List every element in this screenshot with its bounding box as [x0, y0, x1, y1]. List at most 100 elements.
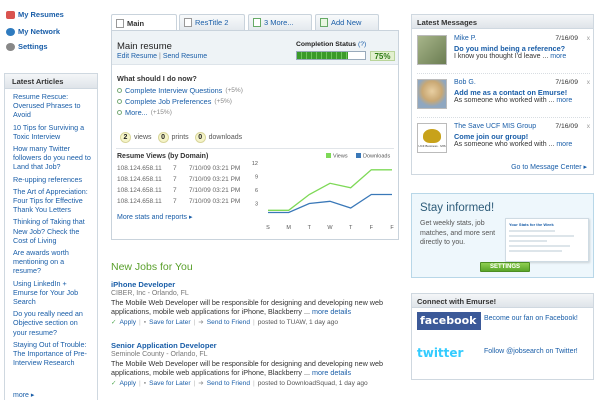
articles-more-link[interactable]: more ▸	[13, 391, 34, 399]
facebook-logo[interactable]: facebook	[417, 312, 481, 330]
apply-link[interactable]: Apply	[120, 380, 137, 387]
avatar	[417, 35, 447, 65]
apply-link[interactable]: Apply	[120, 319, 137, 326]
message-more-link[interactable]: more	[556, 141, 572, 148]
message-subject[interactable]: Add me as a contact on Emurse!	[454, 88, 567, 97]
message-sender[interactable]: Bob G.	[454, 79, 476, 86]
preview-title: Your Stats for the Week	[509, 222, 554, 227]
more-details-link[interactable]: more details	[312, 368, 351, 377]
document-icon	[184, 18, 192, 27]
completion-help-link[interactable]: (?)	[358, 41, 366, 48]
y-tick-label: 12	[252, 161, 258, 167]
article-link[interactable]: The Art of Appreciation: Four Tips for E…	[13, 187, 93, 215]
message-item[interactable]: UCF Business · MIS The Save UCF MIS Grou…	[417, 123, 590, 157]
x-tick-label: F	[370, 225, 374, 231]
y-tick-label: 9	[255, 175, 258, 181]
article-link[interactable]: 10 Tips for Surviving a Toxic Interview	[13, 123, 93, 141]
article-link[interactable]: How many Twitter followers do you need t…	[13, 144, 93, 172]
message-preview: As someone who worked with ... more	[454, 141, 572, 148]
completion-label-text: Completion Status	[296, 41, 357, 48]
job-company: CIBER, Inc - Orlando, FL	[111, 290, 189, 297]
tab-label: ResTitle 2	[195, 18, 229, 27]
message-more-link[interactable]: more	[556, 97, 572, 104]
facebook-link[interactable]: Become our fan on Facebook!	[484, 314, 584, 323]
send-resume-link[interactable]: Send Resume	[163, 53, 207, 60]
check-icon: ✓	[111, 380, 117, 387]
document-icon	[116, 18, 124, 28]
link-separator: |	[159, 53, 161, 60]
view-row: 108.124.658.11 7 7/10/09 03:21 PM	[117, 187, 249, 194]
send-to-friend-link[interactable]: Send to Friend	[207, 380, 250, 387]
save-icon: ▪	[143, 318, 147, 326]
separator: |	[139, 318, 141, 326]
separator: |	[139, 379, 141, 387]
latest-articles-box: Latest Articles Resume Rescue: Overused …	[4, 73, 98, 400]
message-subject[interactable]: Come join our group!	[454, 132, 528, 141]
article-link[interactable]: Thinking of Taking that New Job? Check t…	[13, 217, 93, 245]
article-link[interactable]: Re-upping references	[13, 175, 93, 184]
connect-box: Connect with Emurse! facebook Become our…	[411, 293, 594, 380]
nav-my-network[interactable]: My Network	[6, 27, 60, 36]
save-for-later-link[interactable]: Save for Later	[149, 380, 190, 387]
tab-label: 3 More...	[264, 18, 294, 27]
tab-restitle-2[interactable]: ResTitle 2	[179, 14, 245, 30]
edit-resume-link[interactable]: Edit Resume	[117, 53, 157, 60]
resume-icon	[6, 10, 15, 19]
more-details-link[interactable]: more details	[312, 307, 351, 316]
job-actions: ✓ Apply | ▪ Save for Later | ➜ Send to F…	[111, 379, 401, 388]
views-label: views	[134, 134, 152, 141]
send-to-friend-link[interactable]: Send to Friend	[207, 319, 250, 326]
todo-link[interactable]: Complete Job Preferences	[125, 97, 211, 106]
view-row: 108.124.658.11 7 7/10/09 03:21 PM	[117, 198, 249, 205]
close-icon[interactable]: x	[587, 123, 590, 130]
twitter-link[interactable]: Follow @jobsearch on Twitter!	[484, 347, 584, 356]
tab-more[interactable]: 3 More...	[248, 14, 312, 30]
y-tick-label: 3	[255, 202, 258, 208]
view-row: 108.124.658.11 7 7/10/09 03:21 PM	[117, 176, 249, 183]
more-stats-link[interactable]: More stats and reports ▸	[117, 213, 193, 221]
close-icon[interactable]: x	[587, 79, 590, 86]
resume-links: Edit Resume | Send Resume	[117, 53, 207, 60]
stay-informed-description: Get weekly stats, job matches, and more …	[420, 220, 496, 246]
nav-settings[interactable]: Settings	[6, 42, 48, 51]
article-link[interactable]: Staying Out of Trouble: The Importance o…	[13, 340, 93, 368]
message-item[interactable]: Bob G. 7/16/09 x Add me as a contact on …	[417, 79, 590, 113]
avatar	[417, 79, 447, 109]
job-title-link[interactable]: Senior Application Developer	[111, 341, 217, 350]
twitter-logo[interactable]: twitter	[417, 346, 481, 362]
nav-my-resumes[interactable]: My Resumes	[6, 10, 64, 19]
article-link[interactable]: Using LinkedIn + Emurse for Your Job Sea…	[13, 279, 93, 307]
send-icon: ➜	[198, 319, 204, 326]
message-subject[interactable]: Do you mind being a reference?	[454, 44, 565, 53]
view-count: 7	[173, 187, 177, 194]
todo-link[interactable]: More...	[125, 108, 148, 117]
weekly-stats-preview: Your Stats for the Week	[505, 218, 589, 262]
todo-item[interactable]: Complete Job Preferences (+5%)	[117, 97, 232, 106]
nav-label: My Network	[18, 27, 61, 36]
separator: |	[193, 379, 196, 387]
job-title-link[interactable]: iPhone Developer	[111, 280, 175, 289]
article-link[interactable]: Resume Rescue: Overused Phrases to Avoid	[13, 92, 93, 120]
message-sender[interactable]: Mike P.	[454, 35, 476, 42]
bullet-icon	[117, 88, 122, 93]
legend-swatch	[326, 153, 331, 158]
close-icon[interactable]: x	[587, 35, 590, 42]
todo-item[interactable]: Complete Interview Questions (+5%)	[117, 86, 243, 95]
job-company: Seminole County - Orlando, FL	[111, 351, 208, 358]
tab-main[interactable]: Main	[111, 14, 177, 31]
message-sender[interactable]: The Save UCF MIS Group	[454, 123, 536, 130]
message-more-link[interactable]: more	[550, 53, 566, 60]
settings-button[interactable]: SETTINGS	[480, 262, 530, 272]
tab-add-new[interactable]: Add New	[315, 14, 379, 30]
todo-title: What should I do now?	[117, 74, 197, 83]
connect-title: Connect with Emurse!	[412, 294, 593, 308]
message-item[interactable]: Mike P. 7/16/09 x Do you mind being a re…	[417, 35, 590, 69]
todo-item[interactable]: More... (+15%)	[117, 108, 172, 117]
view-ip: 108.124.658.11	[117, 165, 162, 172]
downloads-count: 0	[194, 132, 206, 143]
article-link[interactable]: Do you really need an Objective section …	[13, 309, 93, 337]
article-link[interactable]: Are awards worth mentioning on a resume?	[13, 248, 93, 276]
save-for-later-link[interactable]: Save for Later	[149, 319, 190, 326]
message-center-link[interactable]: Go to Message Center ▸	[511, 163, 587, 171]
todo-link[interactable]: Complete Interview Questions	[125, 86, 222, 95]
